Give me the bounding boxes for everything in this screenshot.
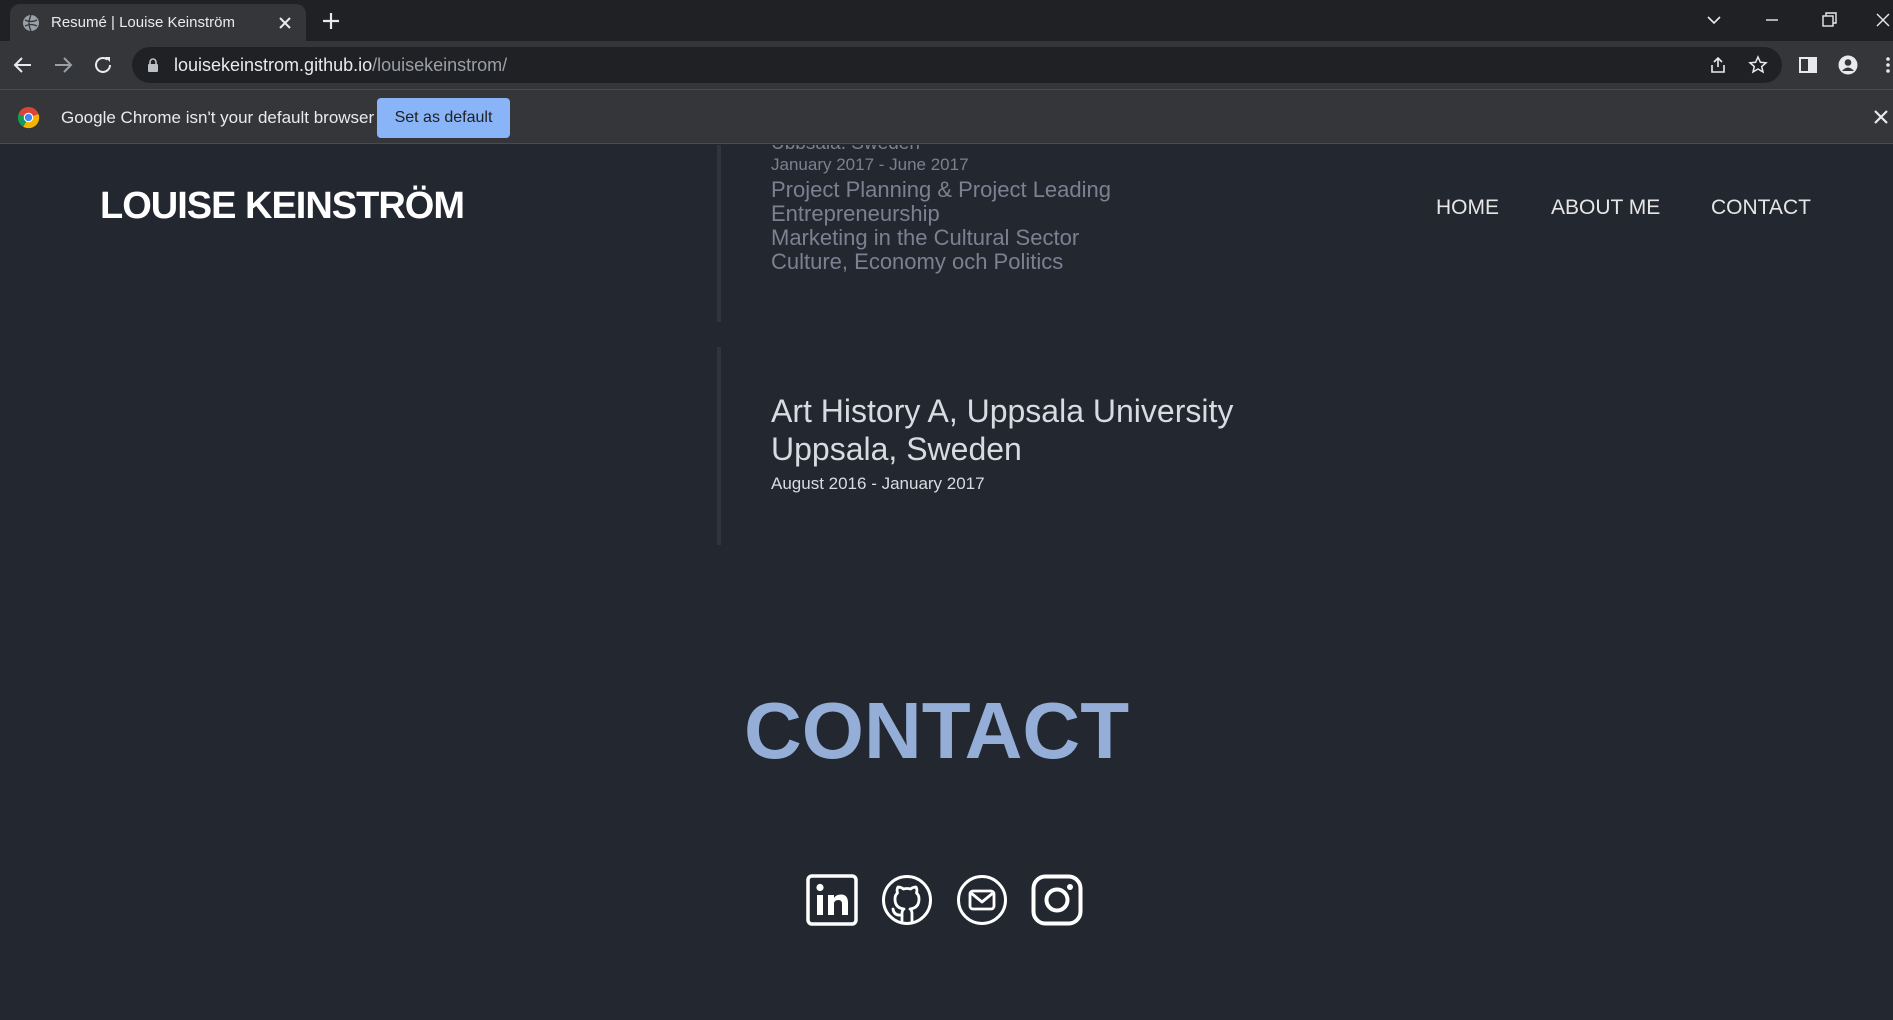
restore-icon[interactable]	[1819, 10, 1839, 30]
bookmark-star-icon[interactable]	[1748, 55, 1768, 75]
contact-heading: CONTACT	[743, 686, 1130, 775]
browser-tab[interactable]: Resumé | Louise Keinström	[10, 4, 306, 41]
menu-icon[interactable]	[1878, 55, 1893, 75]
nav-about-me[interactable]: ABOUT ME	[1551, 196, 1660, 220]
forward-icon[interactable]	[52, 54, 74, 76]
github-icon[interactable]	[881, 874, 933, 926]
course-item: Marketing in the Cultural Sector	[771, 225, 1080, 250]
minimize-icon[interactable]	[1762, 10, 1782, 30]
back-icon[interactable]	[12, 54, 34, 76]
address-bar[interactable]: louisekeinstrom.github.io/louisekeinstro…	[132, 47, 1782, 83]
profile-icon[interactable]	[1838, 55, 1858, 75]
browser-titlebar: Resumé | Louise Keinström	[0, 0, 1893, 41]
course-item: Entrepreneurship	[771, 201, 940, 226]
course-item: Culture, Economy och Politics	[771, 249, 1064, 274]
timeline-line	[717, 145, 721, 322]
reload-icon[interactable]	[92, 54, 114, 76]
entry-date: August 2016 - January 2017	[771, 474, 985, 493]
browser-toolbar: louisekeinstrom.github.io/louisekeinstro…	[0, 41, 1893, 89]
tab-search-icon[interactable]	[1704, 10, 1724, 30]
default-browser-infobar: Google Chrome isn't your default browser…	[0, 89, 1893, 144]
page-content: Uppsala, Sweden January 2017 - June 2017…	[0, 145, 1893, 1020]
url-path: /louisekeinstrom/	[372, 55, 508, 75]
close-window-icon[interactable]	[1873, 10, 1893, 30]
linkedin-icon[interactable]	[806, 874, 858, 926]
instagram-icon[interactable]	[1031, 874, 1083, 926]
url-host: louisekeinstrom.github.io	[174, 55, 373, 75]
new-tab-icon[interactable]	[321, 11, 341, 31]
timeline-line	[717, 347, 721, 545]
education-location: Uppsala, Sweden	[771, 431, 1022, 467]
email-icon[interactable]	[956, 874, 1008, 926]
share-icon[interactable]	[1708, 55, 1728, 75]
globe-icon	[23, 14, 39, 32]
site-logo[interactable]: LOUISE KEINSTRÖM	[100, 185, 465, 228]
url-text: louisekeinstrom.github.io/louisekeinstro…	[174, 47, 507, 83]
entry-date: January 2017 - June 2017	[771, 155, 969, 174]
chrome-logo-icon	[17, 106, 40, 129]
tab-title: Resumé | Louise Keinström	[51, 14, 235, 31]
clipped-entry-text: Uppsala, Sweden	[771, 145, 921, 149]
close-tab-icon[interactable]	[277, 15, 293, 31]
education-title: Art History A, Uppsala University	[771, 393, 1234, 429]
infobar-message: Google Chrome isn't your default browser	[61, 108, 375, 127]
nav-home[interactable]: HOME	[1436, 196, 1499, 220]
side-panel-icon[interactable]	[1798, 55, 1818, 75]
close-infobar-icon[interactable]	[1872, 108, 1890, 126]
lock-icon[interactable]	[146, 58, 160, 72]
nav-contact[interactable]: CONTACT	[1711, 196, 1811, 220]
set-as-default-button[interactable]: Set as default	[377, 98, 510, 138]
course-item: Project Planning & Project Leading	[771, 177, 1111, 202]
